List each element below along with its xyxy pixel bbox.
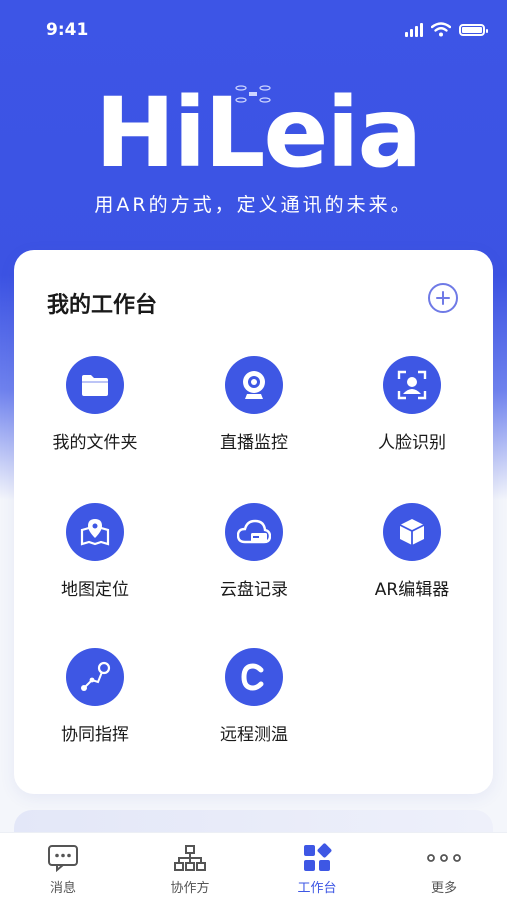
route-icon xyxy=(66,648,124,706)
add-button[interactable] xyxy=(428,283,458,313)
cellular-signal-icon xyxy=(405,22,423,37)
battery-icon xyxy=(459,23,488,36)
cloud-drive-icon xyxy=(225,503,283,561)
tab-label: 工作台 xyxy=(297,881,337,896)
thermometer-c-icon xyxy=(225,648,283,706)
more-icon xyxy=(427,854,461,862)
tile-label: 我的文件夹 xyxy=(52,433,138,453)
tile-face-recognition[interactable]: 人脸识别 xyxy=(342,356,482,476)
tab-label: 协作方 xyxy=(170,881,210,896)
workspace-card: 我的工作台 我的文件夹 直播监控 人脸识别 地图定位 云盘记录 AR编辑器 协同… xyxy=(14,250,493,794)
status-bar: 9:41 xyxy=(0,0,507,64)
tile-collab-command[interactable]: 协同指挥 xyxy=(25,648,165,768)
grid-icon xyxy=(304,843,332,871)
tile-ar-editor[interactable]: AR编辑器 xyxy=(342,503,482,623)
webcam-icon xyxy=(225,356,283,414)
tile-label: 协同指挥 xyxy=(61,725,129,745)
tab-partners[interactable]: 协作方 xyxy=(127,833,253,901)
tab-label: 更多 xyxy=(430,881,457,896)
tile-label: 云盘记录 xyxy=(220,580,288,600)
status-icons xyxy=(405,22,488,37)
tile-label: AR编辑器 xyxy=(374,580,450,600)
tile-remote-temperature[interactable]: 远程测温 xyxy=(184,648,324,768)
tagline: 用AR的方式，定义通讯的未来。 xyxy=(94,194,413,216)
tile-label: 远程测温 xyxy=(220,725,288,745)
tile-my-folder[interactable]: 我的文件夹 xyxy=(25,356,165,476)
wifi-icon xyxy=(431,22,451,37)
status-time: 9:41 xyxy=(46,20,89,40)
drone-icon xyxy=(235,85,271,103)
tile-label: 直播监控 xyxy=(220,433,288,453)
tile-label: 地图定位 xyxy=(61,580,129,600)
workspace-title: 我的工作台 xyxy=(47,293,158,318)
tab-workspace[interactable]: 工作台 xyxy=(254,833,380,901)
tile-label: 人脸识别 xyxy=(378,433,446,453)
bottom-tab-bar: 消息 协作方 工作台 更多 xyxy=(0,832,507,901)
map-pin-icon xyxy=(66,503,124,561)
app-logo: HiLeia xyxy=(95,78,422,188)
tab-label: 消息 xyxy=(49,881,76,896)
tab-more[interactable]: 更多 xyxy=(381,833,507,901)
folder-icon xyxy=(66,356,124,414)
message-icon xyxy=(48,845,78,872)
org-chart-icon xyxy=(174,845,206,871)
tile-live-monitor[interactable]: 直播监控 xyxy=(184,356,324,476)
cube-icon xyxy=(383,503,441,561)
tile-cloud-records[interactable]: 云盘记录 xyxy=(184,503,324,623)
tile-map-location[interactable]: 地图定位 xyxy=(25,503,165,623)
face-scan-icon xyxy=(383,356,441,414)
tab-messages[interactable]: 消息 xyxy=(0,833,126,901)
